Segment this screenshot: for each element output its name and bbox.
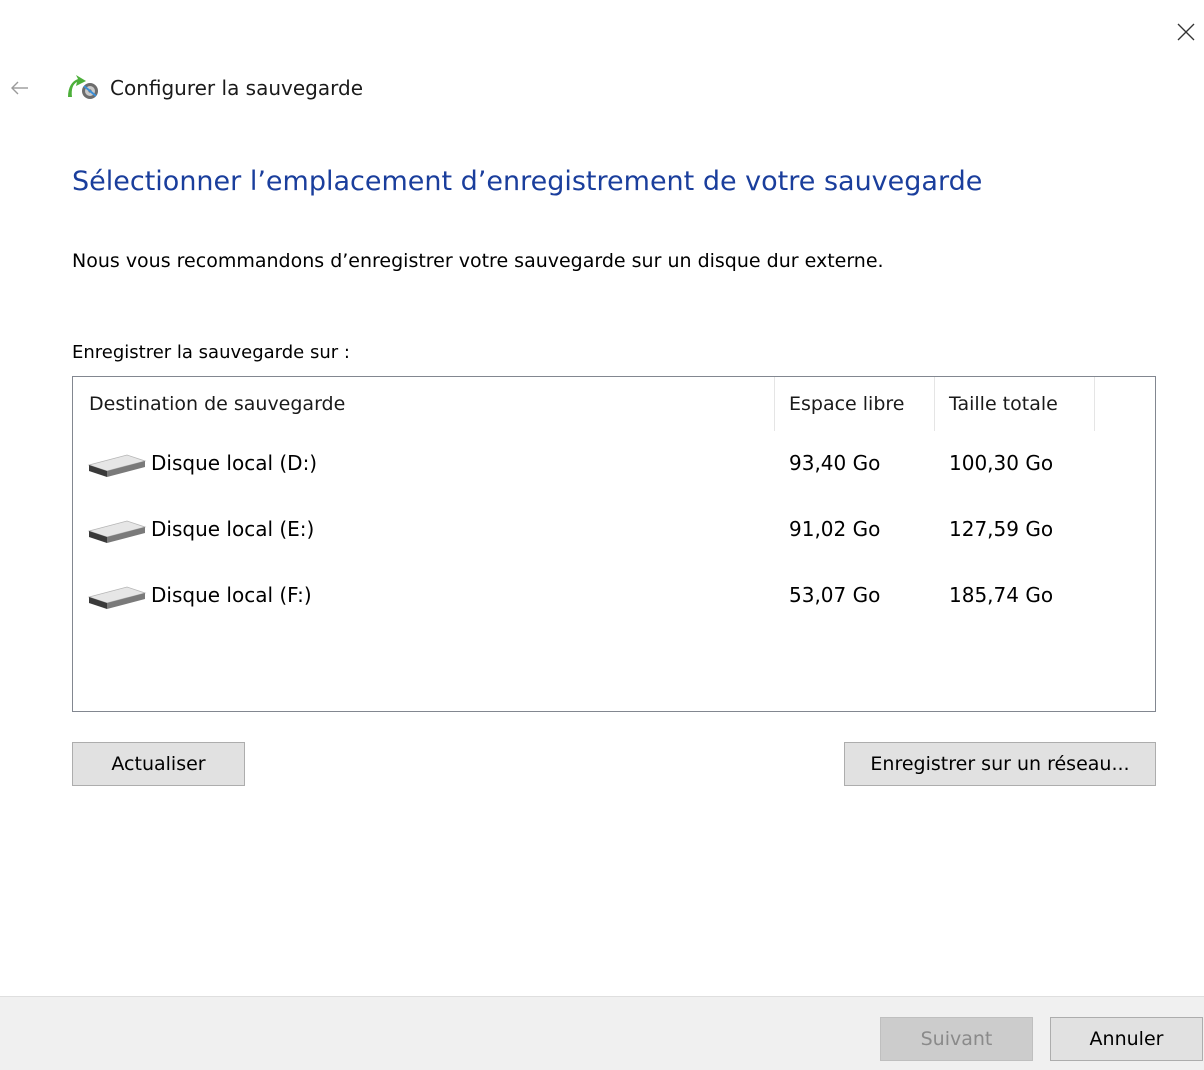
total-size-value: 185,74 Go [949,583,1054,607]
column-header-free-space[interactable]: Espace libre [775,377,935,431]
destination-row-e[interactable]: Disque local (E:) 91,02 Go 127,59 Go [73,501,1155,567]
title-bar: Configurer la sauvegarde [64,72,363,104]
backup-app-icon [68,75,98,99]
destination-row-f[interactable]: Disque local (F:) 53,07 Go 185,74 Go [73,567,1155,633]
destination-name: Disque local (D:) [151,451,318,475]
drive-icon [87,454,147,477]
drive-icon [87,586,147,609]
list-header: Destination de sauvegarde Espace libre T… [73,377,1155,431]
free-space-value: 91,02 Go [789,517,881,541]
save-on-network-button[interactable]: Enregistrer sur un réseau... [844,742,1156,786]
destination-name: Disque local (F:) [151,583,312,607]
window-title: Configurer la sauvegarde [110,76,363,100]
back-arrow-icon [11,81,28,95]
intro-text: Nous vous recommandons d’enregistrer vot… [72,250,884,272]
next-button[interactable]: Suivant [880,1017,1033,1061]
free-space-value: 53,07 Go [789,583,881,607]
column-header-destination[interactable]: Destination de sauvegarde [73,377,775,431]
close-icon [1177,23,1195,41]
page-heading: Sélectionner l’emplacement d’enregistrem… [72,166,983,197]
destination-list-label: Enregistrer la sauvegarde sur : [72,342,350,363]
total-size-value: 100,30 Go [949,451,1054,475]
cancel-button[interactable]: Annuler [1050,1017,1203,1061]
free-space-value: 93,40 Go [789,451,881,475]
destination-rows: Disque local (D:) 93,40 Go 100,30 Go Dis… [73,435,1155,633]
close-button[interactable] [1168,14,1204,50]
destination-list[interactable]: Destination de sauvegarde Espace libre T… [72,376,1156,712]
backup-setup-window: Configurer la sauvegarde Sélectionner l’… [0,0,1204,1070]
drive-icon [87,520,147,543]
refresh-button[interactable]: Actualiser [72,742,245,786]
total-size-value: 127,59 Go [949,517,1054,541]
column-header-total-size[interactable]: Taille totale [935,377,1095,431]
back-button[interactable] [6,76,34,100]
destination-name: Disque local (E:) [151,517,315,541]
destination-row-d[interactable]: Disque local (D:) 93,40 Go 100,30 Go [73,435,1155,501]
